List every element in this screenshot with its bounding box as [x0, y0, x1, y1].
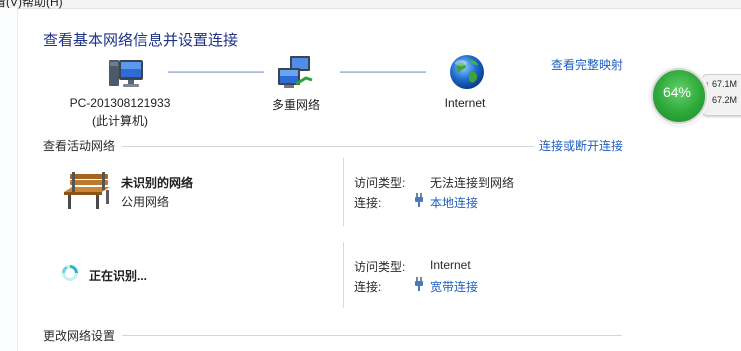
broadband-connection-link[interactable]: 宽带连接 — [430, 278, 478, 295]
page-title: 查看基本网络信息并设置连接 — [43, 32, 239, 49]
left-pane-edge — [0, 8, 18, 351]
section-divider-active — [122, 146, 534, 147]
download-speed: 67.2M — [712, 95, 738, 105]
multi-network-icon[interactable] — [276, 54, 316, 97]
multi-network-label: 多重网络 — [271, 98, 320, 112]
connector-line-1 — [168, 71, 264, 73]
network-1-category[interactable]: 公用网络 — [121, 193, 169, 210]
computer-subtitle: (此计算机) — [92, 114, 148, 128]
change-settings-title: 更改网络设置 — [43, 329, 116, 343]
bench-icon — [62, 168, 112, 217]
network-2-connection-label: 连接: — [354, 280, 382, 294]
computer-icon[interactable] — [107, 54, 147, 97]
local-connection-link[interactable]: 本地连接 — [430, 194, 478, 211]
active-networks-title: 查看活动网络 — [43, 139, 116, 153]
section-divider-change — [122, 335, 622, 336]
connector-line-2 — [340, 71, 426, 73]
menu-bar — [0, 0, 741, 9]
network-2-name: 正在识别... — [89, 269, 148, 283]
network-2-access-type-value: Internet — [430, 258, 471, 272]
network-1-connection-label: 连接: — [354, 196, 382, 210]
upload-row: ↑ 67.1M — [705, 79, 737, 89]
spinner-icon — [61, 264, 79, 285]
network-2-divider — [343, 242, 344, 308]
see-full-map-link[interactable]: 查看完整映射 — [551, 56, 623, 73]
network-1-name: 未识别的网络 — [121, 176, 194, 190]
upload-speed: 67.1M — [712, 79, 738, 89]
network-1-access-type-label: 访问类型: — [354, 176, 406, 190]
menu-help[interactable]: 帮助(H) — [22, 0, 63, 10]
network-1-access-type-value: 无法连接到网络 — [430, 176, 515, 190]
plug-icon — [414, 276, 430, 291]
globe-icon[interactable] — [447, 52, 487, 95]
internet-label: Internet — [444, 96, 486, 110]
network-1-divider — [343, 158, 344, 226]
gauge-percent: 64% — [662, 84, 692, 100]
traffic-widget[interactable]: ↑ 67.1M ↓ 67.2M — [702, 74, 741, 116]
network-2-access-type-label: 访问类型: — [354, 260, 406, 274]
computer-name: PC-201308121933 — [69, 96, 171, 110]
connect-disconnect-link[interactable]: 连接或断开连接 — [539, 137, 623, 154]
download-row: ↓ 67.2M — [705, 95, 737, 105]
plug-icon — [414, 192, 430, 207]
